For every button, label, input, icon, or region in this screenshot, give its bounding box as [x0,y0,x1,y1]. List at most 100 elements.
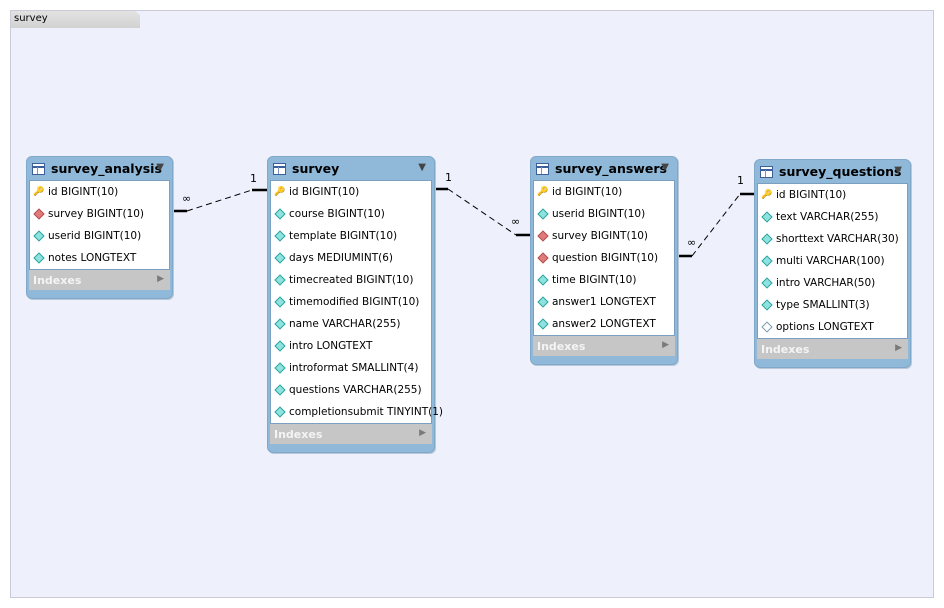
table-survey-analysis[interactable]: survey_analysis ▼ 🔑 id BIGINT(10) survey B… [26,156,173,299]
column-icon [274,384,286,396]
table-survey-answers[interactable]: survey_answers ▼ 🔑 id BIGINT(10) userid BI… [530,156,678,365]
column-label: question BIGINT(10) [552,252,659,264]
expand-arrow-icon[interactable]: ▶ [895,343,902,353]
column-row[interactable]: notes LONGTEXT [30,247,169,269]
column-row[interactable]: time BIGINT(10) [534,269,674,291]
column-label: id BIGINT(10) [48,186,119,198]
column-row[interactable]: template BIGINT(10) [271,225,431,247]
column-row[interactable]: question BIGINT(10) [534,247,674,269]
column-icon [274,274,286,286]
column-row[interactable]: type SMALLINT(3) [758,294,907,316]
column-icon [537,296,549,308]
layer-label: survey [11,11,140,28]
key-icon: 🔑 [761,190,773,200]
column-row[interactable]: survey BIGINT(10) [534,225,674,247]
foreign-key-icon [33,208,45,220]
key-icon: 🔑 [33,187,45,197]
column-icon [274,296,286,308]
column-label: days MEDIUMINT(6) [289,252,393,264]
collapse-arrow-icon[interactable]: ▼ [156,162,164,173]
cardinality-one: 1 [737,174,744,187]
column-label: intro LONGTEXT [289,340,373,352]
column-icon [761,277,773,289]
column-row[interactable]: intro LONGTEXT [271,335,431,357]
key-icon: 🔑 [537,187,549,197]
column-label: notes LONGTEXT [48,252,137,264]
column-label: time BIGINT(10) [552,274,637,286]
column-label: userid BIGINT(10) [552,208,646,220]
column-label: answer1 LONGTEXT [552,296,656,308]
column-label: id BIGINT(10) [552,186,623,198]
column-label: text VARCHAR(255) [776,211,879,223]
table-header[interactable]: survey_answers ▼ [533,157,675,180]
column-row[interactable]: shorttext VARCHAR(30) [758,228,907,250]
column-row[interactable]: name VARCHAR(255) [271,313,431,335]
table-title: survey_answers [555,161,667,176]
column-label: introformat SMALLINT(4) [289,362,419,374]
column-icon [274,252,286,264]
table-header[interactable]: survey_analysis ▼ [29,157,170,180]
cardinality-one: 1 [250,172,257,185]
column-row[interactable]: 🔑 id BIGINT(10) [534,181,674,203]
column-row[interactable]: days MEDIUMINT(6) [271,247,431,269]
collapse-arrow-icon[interactable]: ▼ [418,162,426,173]
column-row[interactable]: answer1 LONGTEXT [534,291,674,313]
column-label: multi VARCHAR(100) [776,255,885,267]
indexes-label: Indexes [274,427,323,441]
column-icon [761,233,773,245]
column-row[interactable]: introformat SMALLINT(4) [271,357,431,379]
column-row[interactable]: survey BIGINT(10) [30,203,169,225]
column-label: answer2 LONGTEXT [552,318,656,330]
column-row[interactable]: 🔑 id BIGINT(10) [758,184,907,206]
column-row[interactable]: text VARCHAR(255) [758,206,907,228]
table-title: survey_analysis [51,161,162,176]
indexes-section[interactable]: Indexes ▶ [757,339,908,359]
column-label: survey BIGINT(10) [552,230,649,242]
collapse-arrow-icon[interactable]: ▼ [894,165,902,176]
table-survey-questions[interactable]: survey_questions ▼ 🔑 id BIGINT(10) text VA… [754,159,911,368]
column-row[interactable]: userid BIGINT(10) [30,225,169,247]
column-label: id BIGINT(10) [289,186,360,198]
cardinality-many: ∞ [687,236,697,249]
table-icon [760,165,773,178]
column-list: 🔑 id BIGINT(10) course BIGINT(10) template … [270,180,443,424]
indexes-section[interactable]: Indexes ▶ [533,336,675,356]
table-survey[interactable]: survey ▼ 🔑 id BIGINT(10) course BIGINT(10)… [267,156,443,453]
expand-arrow-icon[interactable]: ▶ [157,274,164,284]
table-title: survey [292,161,340,176]
column-label: type SMALLINT(3) [776,299,870,311]
column-row[interactable]: options LONGTEXT [758,316,907,338]
column-row[interactable]: 🔑 id BIGINT(10) [271,181,431,203]
column-label: intro VARCHAR(50) [776,277,876,289]
column-label: questions VARCHAR(255) [289,384,422,396]
table-header[interactable]: survey_questions ▼ [757,160,908,183]
column-icon [33,252,45,264]
column-label: timecreated BIGINT(10) [289,274,414,286]
expand-arrow-icon[interactable]: ▶ [662,340,669,350]
column-row[interactable]: course BIGINT(10) [271,203,431,225]
column-icon [274,318,286,330]
column-row[interactable]: timecreated BIGINT(10) [271,269,431,291]
column-icon [761,299,773,311]
column-row[interactable]: multi VARCHAR(100) [758,250,907,272]
column-list: 🔑 id BIGINT(10) userid BIGINT(10) survey BI… [533,180,675,336]
expand-arrow-icon[interactable]: ▶ [419,428,426,438]
column-icon [537,208,549,220]
table-header[interactable]: survey ▼ [270,157,432,180]
column-row[interactable]: timemodified BIGINT(10) [271,291,431,313]
table-icon [32,162,45,175]
column-label: name VARCHAR(255) [289,318,401,330]
indexes-section[interactable]: Indexes ▶ [270,424,432,444]
column-row[interactable]: userid BIGINT(10) [534,203,674,225]
column-row[interactable]: completionsubmit TINYINT(1) [271,401,443,423]
column-row[interactable]: questions VARCHAR(255) [271,379,431,401]
indexes-section[interactable]: Indexes ▶ [29,270,170,290]
column-label: id BIGINT(10) [776,189,847,201]
foreign-key-icon [537,230,549,242]
collapse-arrow-icon[interactable]: ▼ [661,162,669,173]
foreign-key-icon [537,252,549,264]
column-row[interactable]: answer2 LONGTEXT [534,313,674,335]
column-label: course BIGINT(10) [289,208,385,220]
column-row[interactable]: intro VARCHAR(50) [758,272,907,294]
column-row[interactable]: 🔑 id BIGINT(10) [30,181,169,203]
